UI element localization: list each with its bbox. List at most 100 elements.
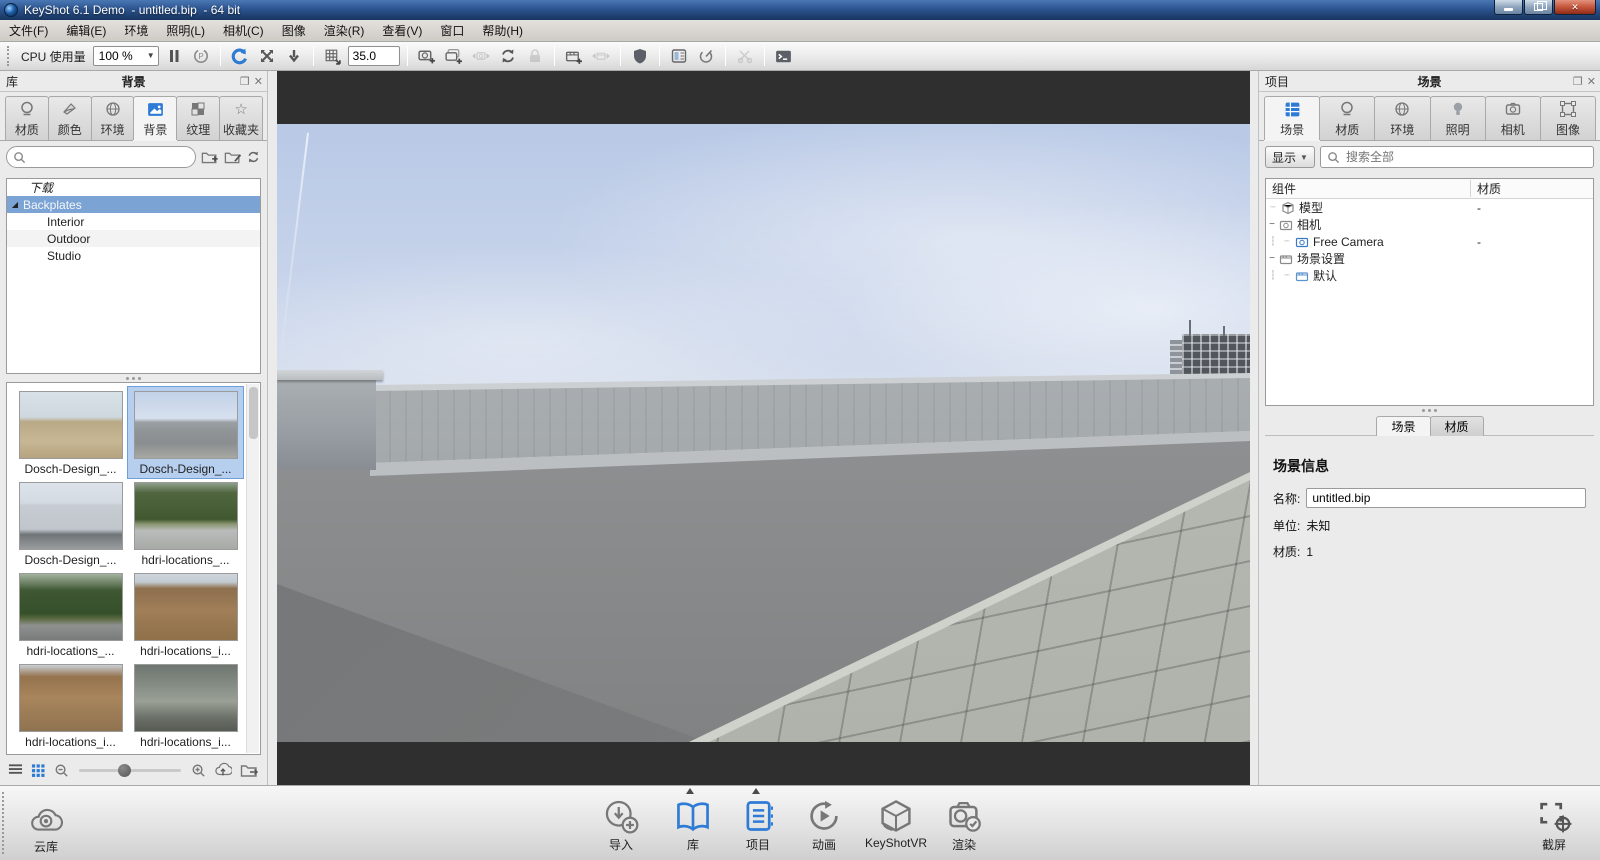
cut-button[interactable] [733,44,757,68]
tab-materials[interactable]: 材质 [5,96,49,140]
project-search-input[interactable] [1343,149,1587,165]
menu-image[interactable]: 图像 [273,20,315,41]
thumbnail-size-slider[interactable] [79,763,181,777]
scripting-console-button[interactable] [772,44,796,68]
sync-cameras-button[interactable] [496,44,520,68]
title-bar[interactable]: KeyShot 6.1 Demo - untitled.bip - 64 bit… [0,0,1600,20]
display-filter-button[interactable]: 显示 ▼ [1265,146,1315,168]
focal-length-input[interactable] [347,46,400,66]
zoom-out-icon[interactable] [54,763,69,778]
tab-textures[interactable]: 纹理 [176,96,221,140]
refresh-library-icon[interactable] [246,149,261,165]
tree-group-downloads[interactable]: 下载 [7,179,260,196]
column-components[interactable]: 组件 [1266,180,1471,197]
add-studio-button[interactable] [562,44,586,68]
import-folder-icon[interactable] [240,762,259,778]
lock-camera-button[interactable] [523,44,547,68]
grid-view-icon[interactable] [31,763,46,777]
column-material[interactable]: 材质 [1471,180,1593,197]
performance-mode-button[interactable]: P [189,44,213,68]
close-button[interactable]: ✕ [1554,0,1596,15]
perspective-grid-button[interactable] [321,44,345,68]
tab-environments[interactable]: 环境 [90,96,135,140]
menu-edit[interactable]: 编辑(E) [57,20,115,41]
reset-camera-button[interactable] [228,44,252,68]
menu-file[interactable]: 文件(F) [0,20,57,41]
close-panel-icon[interactable]: ✕ [1587,75,1596,88]
collapse-icon[interactable]: − [1266,253,1278,264]
dock-keyshotvr[interactable]: KeyShotVR [853,796,939,850]
scrollbar-thumb[interactable] [249,387,258,439]
download-button[interactable] [282,44,306,68]
tab-material[interactable]: 材质 [1319,96,1376,140]
dock-screenshot[interactable]: 截屏 [1518,796,1590,853]
tree-row-scene-settings[interactable]: − 场景设置 [1266,250,1593,267]
thumbnail-item[interactable]: hdri-locations_... [128,478,243,569]
fit-view-button[interactable] [255,44,279,68]
menu-lighting[interactable]: 照明(L) [157,20,214,41]
tree-row-free-camera[interactable]: ┆ ┈ Free Camera - [1266,233,1593,250]
tab-environment[interactable]: 环境 [1374,96,1431,140]
pause-button[interactable] [162,44,186,68]
dock-import[interactable]: 导入 [585,796,657,853]
menu-window[interactable]: 窗口 [431,20,473,41]
sub-tab-material[interactable]: 材质 [1429,416,1484,436]
add-camera-set-button[interactable] [442,44,466,68]
menu-camera[interactable]: 相机(C) [214,20,273,41]
tab-camera[interactable]: 相机 [1484,96,1541,140]
cloud-upload-icon[interactable] [214,762,232,778]
add-camera-button[interactable] [415,44,439,68]
minimize-button[interactable] [1494,0,1523,15]
slider-knob[interactable] [117,763,131,777]
tab-scene[interactable]: 场景 [1264,96,1321,140]
dock-project[interactable]: 项目 [722,788,794,853]
show-panels-button[interactable] [667,44,691,68]
thumbnail-item[interactable]: hdri-locations_i... [128,660,243,751]
scene-name-input[interactable] [1306,488,1586,508]
thumbnail-item-selected[interactable]: Dosch-Design_... [127,386,244,479]
library-search-box[interactable] [6,146,196,168]
panel-splitter[interactable] [0,374,267,382]
thumbnail-item[interactable] [13,751,128,754]
project-search-box[interactable] [1319,146,1594,168]
tree-item-outdoor[interactable]: Outdoor [7,230,260,247]
thumbnail-item[interactable] [128,751,243,754]
dock-grip[interactable] [2,792,4,854]
dock-cloud-library[interactable]: 云库 [10,798,82,855]
color-tune-button[interactable] [694,44,718,68]
tree-row-model[interactable]: ┈ 模型 - [1266,199,1593,216]
menu-render[interactable]: 渲染(R) [315,20,374,41]
studio-nav-button[interactable] [589,44,613,68]
tree-row-cameras[interactable]: − 相机 [1266,216,1593,233]
tab-lighting[interactable]: 照明 [1429,96,1486,140]
sub-tab-scene[interactable]: 场景 [1376,416,1431,436]
panel-splitter[interactable] [1259,406,1600,414]
thumbnail-scrollbar[interactable] [246,384,259,753]
dock-library[interactable]: 库 [657,788,729,853]
tab-colors[interactable]: 颜色 [47,96,92,140]
close-panel-icon[interactable]: ✕ [254,75,263,88]
collapse-icon[interactable]: − [1266,219,1278,230]
previous-camera-button[interactable] [469,44,493,68]
thumbnail-item[interactable]: Dosch-Design_... [13,387,128,478]
thumbnail-item[interactable]: hdri-locations_i... [128,569,243,660]
tree-item-backplates[interactable]: ◢ Backplates [7,196,260,213]
toolbar-grip[interactable] [7,46,11,66]
library-search-input[interactable] [30,149,189,165]
dock-render[interactable]: 渲染 [928,796,1000,853]
restore-button[interactable] [1524,0,1553,15]
list-view-icon[interactable] [8,763,23,777]
cpu-usage-dropdown[interactable]: 100 % ▼ [92,46,159,66]
add-folder-icon[interactable] [201,149,219,165]
float-panel-icon[interactable]: ❐ [1573,75,1583,88]
tree-item-studio[interactable]: Studio [7,247,260,264]
realtime-viewport[interactable] [277,71,1250,785]
zoom-in-icon[interactable] [191,763,206,778]
menu-view[interactable]: 查看(V) [373,20,431,41]
material-protect-button[interactable] [628,44,652,68]
thumbnail-item[interactable]: hdri-locations_i... [13,660,128,751]
menu-help[interactable]: 帮助(H) [473,20,532,41]
tree-row-default[interactable]: ┆ ┈ 默认 [1266,267,1593,284]
tab-backplates[interactable]: 背景 [133,96,178,140]
tab-image[interactable]: 图像 [1539,96,1597,140]
